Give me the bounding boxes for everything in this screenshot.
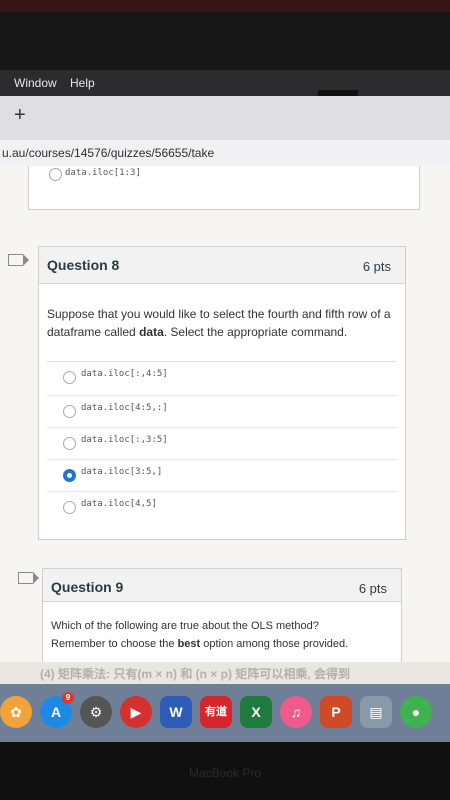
- question-points: 6 pts: [362, 259, 391, 274]
- radio-button-selected[interactable]: [63, 469, 76, 482]
- menu-window[interactable]: Window: [14, 76, 57, 90]
- answer-option-2[interactable]: data.iloc[4:5,:]: [47, 395, 397, 427]
- url-text: u.au/courses/14576/quizzes/56655/take: [2, 146, 215, 160]
- question-text: Which of the following are true about th…: [51, 617, 389, 653]
- radio-button[interactable]: [63, 371, 76, 384]
- flag-question-icon[interactable]: [8, 254, 29, 266]
- question-points: 6 pts: [358, 581, 387, 596]
- youdao-icon[interactable]: 有道: [200, 696, 232, 728]
- question-text-line: Remember to choose the best option among…: [51, 635, 389, 653]
- radio-button[interactable]: [63, 501, 76, 514]
- new-tab-button[interactable]: +: [14, 104, 26, 127]
- option-row[interactable]: data.iloc[1:3]: [29, 166, 419, 196]
- screen-bottom-bezel: MacBook Pro: [0, 742, 450, 800]
- word-icon[interactable]: W: [160, 696, 192, 728]
- preview-icon[interactable]: ▤: [360, 696, 392, 728]
- address-bar[interactable]: u.au/courses/14576/quizzes/56655/take: [0, 140, 450, 167]
- radio-button[interactable]: [49, 168, 62, 181]
- bezel-strip: [0, 0, 450, 12]
- question-text-part: . Select the appropriate command.: [163, 325, 348, 339]
- menu-bar: Window Help: [0, 70, 450, 96]
- question-title: Question 9: [51, 579, 124, 595]
- answer-option-4[interactable]: data.iloc[3:5,]: [47, 459, 397, 491]
- radio-button[interactable]: [63, 405, 76, 418]
- wechat-icon[interactable]: ●: [400, 696, 432, 728]
- previous-question-card: data.iloc[1:3]: [28, 166, 420, 210]
- excel-icon[interactable]: X: [240, 696, 272, 728]
- radio-button[interactable]: [63, 437, 76, 450]
- answer-option-1[interactable]: data.iloc[:,4:5]: [47, 362, 397, 393]
- menu-help[interactable]: Help: [70, 76, 95, 90]
- laptop-brand-label: MacBook Pro: [188, 766, 262, 780]
- dock: ✿ A 9 ⚙ ▶ W 有道 X ♫ P ▤ ●: [0, 684, 450, 742]
- music-icon[interactable]: ♫: [280, 696, 312, 728]
- question-header: Question 8 6 pts: [39, 247, 405, 284]
- option-label: data.iloc[:,3:5]: [81, 435, 168, 445]
- quiz-page: data.iloc[1:3] Question 8 6 pts Suppose …: [0, 166, 450, 662]
- answer-option-5[interactable]: data.iloc[4,5]: [47, 491, 397, 523]
- option-label: data.iloc[4:5,:]: [81, 403, 168, 413]
- system-preferences-icon[interactable]: ⚙: [80, 696, 112, 728]
- question-text-line: Which of the following are true about th…: [51, 620, 319, 632]
- option-label: data.iloc[:,4:5]: [81, 369, 168, 379]
- question-text-part: option among those provided.: [200, 638, 349, 650]
- notification-badge: 9: [62, 692, 74, 704]
- option-label: data.iloc[1:3]: [65, 168, 141, 178]
- answer-options: data.iloc[:,4:5] data.iloc[4:5,:] data.i…: [47, 362, 397, 527]
- question-text: Suppose that you would like to select th…: [47, 305, 393, 341]
- background-book-text: (4) 矩阵乘法: 只有(m × n) 和 (n × p) 矩阵可以相乘, 会得…: [0, 662, 450, 684]
- question-text-bold: best: [177, 638, 201, 650]
- question-text-bold: data: [139, 325, 164, 339]
- photos-icon[interactable]: ✿: [0, 696, 32, 728]
- powerpoint-icon[interactable]: P: [320, 696, 352, 728]
- quicktime-icon[interactable]: ▶: [120, 696, 152, 728]
- app-store-icon[interactable]: A9: [40, 692, 74, 728]
- question-title: Question 8: [47, 257, 120, 273]
- answer-option-3[interactable]: data.iloc[:,3:5]: [47, 427, 397, 459]
- question-8-card: Question 8 6 pts Suppose that you would …: [38, 246, 406, 540]
- question-header: Question 9 6 pts: [43, 569, 401, 602]
- flag-question-icon[interactable]: [18, 572, 39, 584]
- question-text-part: Remember to choose the: [51, 638, 178, 650]
- option-label: data.iloc[3:5,]: [81, 467, 163, 477]
- question-9-card: Question 9 6 pts Which of the following …: [42, 568, 402, 662]
- screen-top-bezel: [0, 0, 450, 70]
- browser-tab-strip: +: [0, 96, 450, 140]
- book-text: (4) 矩阵乘法: 只有(m × n) 和 (n × p) 矩阵可以相乘, 会得…: [40, 667, 350, 681]
- option-label: data.iloc[4,5]: [81, 499, 157, 509]
